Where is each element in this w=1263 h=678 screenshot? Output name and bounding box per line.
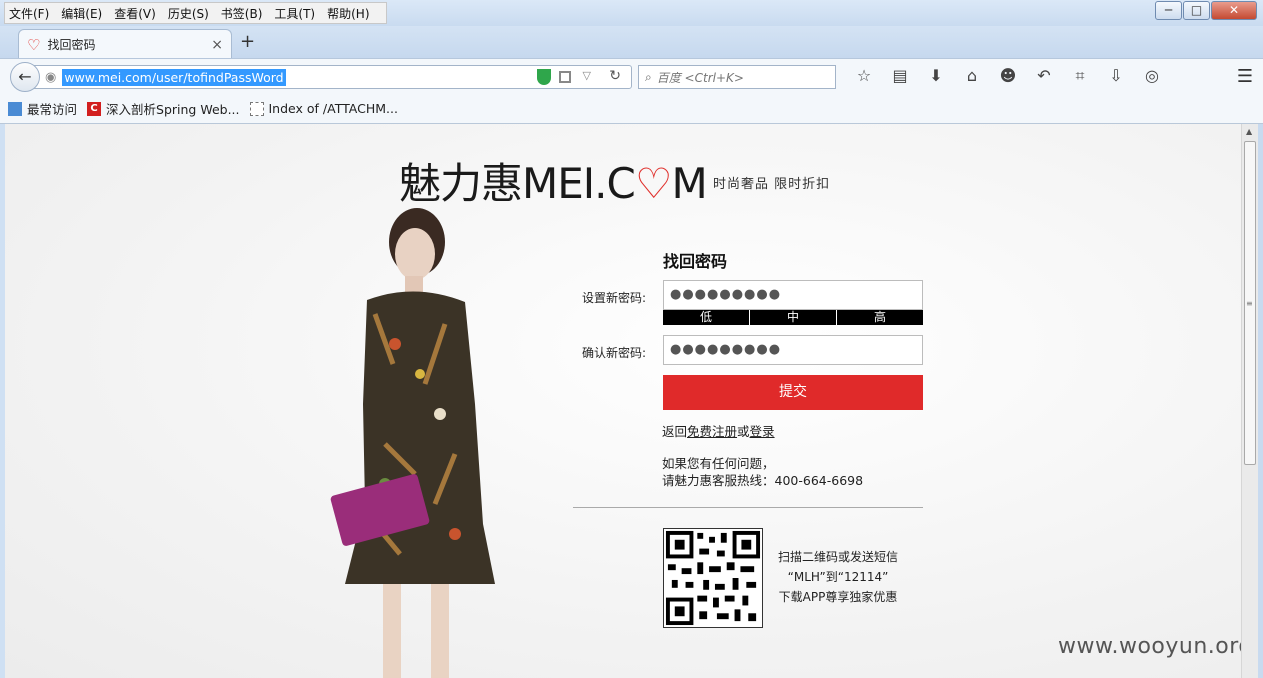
url-text[interactable]: www.mei.com/user/tofindPassWord	[62, 68, 286, 86]
bookmark-label: Index of /ATTACHM...	[268, 101, 398, 116]
grip-icon: ≡	[1246, 299, 1253, 308]
toolbar-icons: ☆ ▤ ⬇ ⌂ ☻ ↶ ⌗ ⇩ ◎	[846, 66, 1170, 86]
tab-title: 找回密码	[47, 38, 96, 52]
logo-en-1: MEI.C	[522, 159, 636, 208]
menu-file[interactable]: 文件(F)	[9, 5, 49, 22]
logo-en-2: M	[671, 159, 708, 208]
save-icon[interactable]: ⇩	[1098, 66, 1134, 86]
bookmark-label: 深入剖析Spring Web...	[106, 102, 240, 117]
blank-page-icon	[249, 101, 264, 116]
divider	[573, 507, 923, 508]
new-tab-button[interactable]: +	[240, 31, 255, 52]
window-frame	[1258, 124, 1263, 678]
home-icon[interactable]: ⌂	[954, 66, 990, 86]
tab-strip: ♡ 找回密码 × +	[0, 26, 1263, 59]
close-window-button[interactable]: ✕	[1211, 1, 1257, 20]
search-icon: ⌕	[645, 69, 652, 84]
c-icon: C	[87, 101, 102, 116]
bookmark-spring[interactable]: C 深入剖析Spring Web...	[87, 99, 240, 118]
help-line-2: 请魅力惠客服热线：400-664-6698	[662, 473, 864, 488]
qr-code-image	[663, 528, 763, 628]
menu-list: 文件(F) 编辑(E) 查看(V) 历史(S) 书签(B) 工具(T) 帮助(H…	[4, 2, 387, 24]
logo-heart-icon: ♡	[634, 159, 673, 208]
undo-icon[interactable]: ↶	[1026, 66, 1062, 86]
help-line-1: 如果您有任何问题，	[662, 456, 775, 471]
qr-line-2: “MLH”到“12114”	[787, 570, 889, 584]
reading-list-icon[interactable]: ▤	[882, 66, 918, 86]
menu-bookmarks[interactable]: 书签(B)	[221, 5, 263, 22]
close-tab-icon[interactable]: ×	[211, 37, 223, 53]
globe-icon: ◉	[45, 69, 57, 85]
menu-view[interactable]: 查看(V)	[114, 5, 156, 22]
reload-icon[interactable]: ↻	[609, 68, 621, 84]
bookmark-attachments[interactable]: Index of /ATTACHM...	[249, 101, 398, 116]
back-links: 返回免费注册或登录	[662, 421, 775, 440]
back-button[interactable]: ←	[10, 62, 40, 92]
url-bar[interactable]: ◉ www.mei.com/user/tofindPassWord ▽ ↻	[34, 65, 632, 89]
download-icon[interactable]: ⬇	[918, 66, 954, 86]
confirm-password-field[interactable]: ●●●●●●●●●	[663, 335, 923, 365]
model-photo	[330, 208, 495, 678]
new-password-field[interactable]: ●●●●●●●●●	[663, 280, 923, 310]
menu-icon[interactable]: ☰	[1237, 66, 1253, 87]
bookmark-star-icon[interactable]: ☆	[846, 66, 882, 86]
scroll-up-icon[interactable]: ▲	[1246, 127, 1252, 136]
bookmarks-bar: 最常访问 C 深入剖析Spring Web... Index of /ATTAC…	[0, 94, 1263, 124]
submit-button[interactable]: 提交	[663, 375, 923, 410]
strength-medium: 中	[750, 310, 837, 325]
qr-caption: 扫描二维码或发送短信 “MLH”到“12114” 下载APP尊享独家优惠	[775, 547, 901, 607]
register-link[interactable]: 免费注册	[687, 424, 737, 439]
logo-cn: 魅力惠	[399, 159, 523, 208]
strength-high: 高	[873, 310, 886, 324]
menu-history[interactable]: 历史(S)	[168, 5, 209, 22]
minimize-button[interactable]: ─	[1155, 1, 1182, 20]
new-password-label: 设置新密码:	[582, 291, 647, 305]
heart-icon: ♡	[27, 35, 41, 54]
back-arrow-icon: ←	[18, 67, 32, 86]
bookmark-most-visited[interactable]: 最常访问	[8, 99, 77, 118]
form-title: 找回密码	[663, 252, 728, 271]
help-text: 如果您有任何问题， 请魅力惠客服热线：400-664-6698	[662, 455, 863, 489]
tab-find-password[interactable]: ♡ 找回密码 ×	[18, 29, 232, 59]
qr-icon[interactable]	[559, 71, 571, 83]
watermark: www.wooyun.org	[1058, 634, 1241, 659]
smiley-icon[interactable]: ☻	[990, 66, 1026, 86]
strength-low: 低	[663, 310, 750, 325]
password-strength-meter: 低 中 高	[663, 310, 923, 325]
crop-icon[interactable]: ⌗	[1062, 66, 1098, 86]
site-logo[interactable]: 魅力惠MEI.C♡M	[399, 150, 708, 211]
maximize-button[interactable]: □	[1183, 1, 1210, 20]
qr-line-3: 下载APP尊享独家优惠	[778, 590, 898, 604]
menu-help[interactable]: 帮助(H)	[327, 5, 369, 22]
confirm-password-label: 确认新密码:	[582, 346, 647, 360]
shield-icon[interactable]	[537, 69, 551, 85]
addon-icon[interactable]: ◎	[1134, 66, 1170, 86]
bookmark-label: 最常访问	[27, 102, 78, 117]
nav-bar: ◉ www.mei.com/user/tofindPassWord ▽ ↻ ← …	[0, 58, 1263, 94]
login-link[interactable]: 登录	[750, 424, 775, 439]
page-viewport: 魅力惠MEI.C♡M 时尚奢品 限时折扣 找回密码 设置新密码: ●●●●●●●…	[5, 124, 1241, 678]
qr-line-1: 扫描二维码或发送短信	[777, 550, 898, 564]
menu-tools[interactable]: 工具(T)	[274, 5, 315, 22]
menu-edit[interactable]: 编辑(E)	[61, 5, 102, 22]
dropdown-icon[interactable]: ▽	[583, 69, 591, 82]
back-prefix: 返回	[662, 424, 688, 439]
most-visited-icon	[8, 101, 22, 116]
or-text: 或	[737, 424, 750, 439]
search-input[interactable]: ⌕ 百度 <Ctrl+K>	[638, 65, 836, 89]
tagline: 时尚奢品 限时折扣	[713, 177, 831, 192]
vertical-scrollbar[interactable]: ▲ ≡	[1241, 124, 1258, 678]
menu-bar: 文件(F) 编辑(E) 查看(V) 历史(S) 书签(B) 工具(T) 帮助(H…	[0, 0, 1263, 26]
window-controls: ─ □ ✕	[1154, 1, 1257, 20]
search-placeholder: 百度 <Ctrl+K>	[656, 70, 744, 85]
